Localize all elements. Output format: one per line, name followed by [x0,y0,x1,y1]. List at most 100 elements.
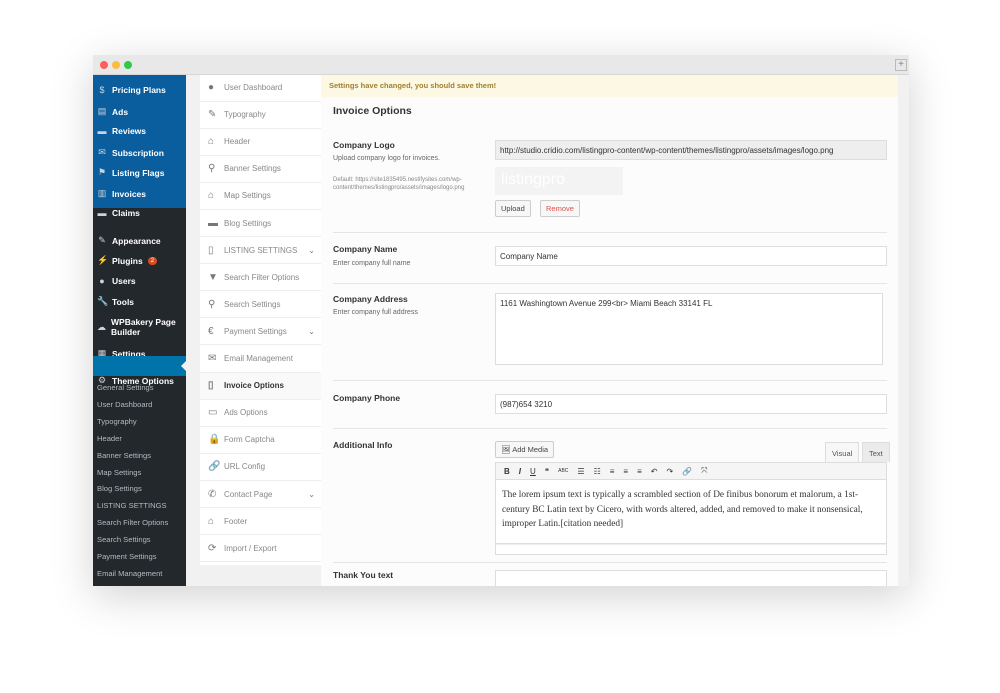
editor-toolbar-button[interactable]: ↶ [651,467,658,476]
update-count-badge: 2 [147,256,158,265]
theme-menu-item[interactable]: ▼ Search Filter Options [200,264,321,292]
plugin-icon: ⚡ [97,255,109,265]
theme-submenu-item[interactable]: Search Settings [97,535,151,544]
close-window-button[interactable] [100,61,108,69]
home-icon: ⌂ [208,190,215,202]
editor-toolbar-button[interactable]: I [519,467,521,476]
remove-button[interactable]: Remove [540,200,580,217]
editor-toolbar-button[interactable]: ⤧ [701,466,707,476]
theme-menu-item[interactable]: ● User Dashboard [200,75,321,102]
theme-menu-item[interactable]: ⟳ Import / Export [200,535,321,563]
editor-resize-handle[interactable] [495,544,887,555]
editor-toolbar-button[interactable]: U [530,467,536,476]
tab-text[interactable]: Text [862,442,890,462]
theme-submenu-item[interactable]: Blog Settings [97,484,142,493]
theme-menu-item[interactable]: ⌂ Footer [200,508,321,536]
chevron-down-icon: ⌄ [308,489,315,499]
user-icon: ● [208,82,215,93]
theme-options-menu: ● User Dashboard ✎ Typography ⌂ Header ⚲ Banner… [200,75,321,565]
theme-menu-item[interactable]: ✆ Contact Page ⌄ [200,481,321,508]
minimize-window-button[interactable] [112,61,120,69]
monitor-icon: ▭ [208,407,218,419]
maximize-window-button[interactable] [124,61,132,69]
admin-menu-item[interactable]: ▬ Reviews [97,126,185,136]
add-media-button[interactable]: 🖼 Add Media [495,441,555,458]
admin-menu-item[interactable]: ☁ WPBakery Page Builder [97,317,185,337]
filter-icon: ▼ [208,271,218,283]
theme-submenu-item[interactable]: Search Filter Options [97,518,168,527]
theme-submenu-item[interactable]: Payment Settings [97,552,157,561]
document-icon: ▤ [97,106,107,116]
admin-menu-item[interactable]: $ Pricing Plans [97,85,185,95]
map-pin-icon: ⚲ [208,163,216,175]
upload-button[interactable]: Upload [495,200,531,217]
theme-menu-item[interactable]: ▬ Blog Settings [200,210,321,237]
theme-menu-item[interactable]: € Payment Settings ⌄ [200,318,321,346]
thank-you-text-input[interactable] [495,570,887,586]
company-phone-input[interactable]: (987)654 3210 [495,394,887,414]
admin-menu-item[interactable]: ● Users [97,276,185,286]
theme-menu-item[interactable]: ✉ Email Management [200,346,321,373]
company-name-desc: Enter company full name [333,260,411,267]
admin-menu-item[interactable]: ✎ Appearance [97,235,185,246]
admin-menu-item[interactable]: ⚡ Plugins 2 [97,255,185,266]
theme-menu-item[interactable]: ✎ Typography [200,102,321,129]
theme-menu-item[interactable]: 🔗 URL Config [200,454,321,481]
theme-menu-item[interactable]: 🔒 Form Captcha [200,427,321,454]
theme-submenu-item[interactable]: Banner Settings [97,451,151,460]
company-logo-url-input[interactable]: http://studio.cridio.com/listingpro-cont… [495,140,887,160]
theme-submenu-item[interactable]: Email Management [97,569,162,578]
new-tab-button[interactable]: + [895,59,907,71]
editor-toolbar-button[interactable]: ☰ [577,467,584,476]
company-phone-label: Company Phone [333,393,401,403]
theme-menu-item[interactable]: ⌂ Header [200,129,321,156]
theme-menu-item[interactable]: ⌂ Map Settings [200,183,321,210]
editor-toolbar-button[interactable]: ≡ [623,467,628,476]
admin-menu-item[interactable]: ▥ Invoices [97,188,185,199]
invoice-icon: ▥ [97,188,107,198]
settings-changed-notice: Settings have changed, you should save t… [321,75,898,97]
flag-icon: ⚑ [97,167,107,177]
theme-submenu-item[interactable]: Typography [97,417,137,426]
additional-info-editor[interactable]: The lorem ipsum text is typically a scra… [495,480,887,544]
admin-menu-item[interactable]: 🔧 Tools [97,296,185,307]
admin-menu-item[interactable]: ▬ Claims [97,208,185,218]
link-icon: 🔗 [208,461,221,473]
editor-toolbar-button[interactable]: ≡ [610,467,615,476]
admin-menu-item[interactable]: ▤ Ads [97,106,185,117]
company-address-textarea[interactable]: 1161 Washingtown Avenue 299<br> Miami Be… [495,293,883,365]
comment-icon: ▬ [97,126,107,136]
editor-toolbar-button[interactable]: ABC [558,468,568,474]
theme-menu-item[interactable]: ▭ Ads Options [200,400,321,427]
chevron-down-icon: ⌄ [308,326,315,336]
admin-menu-item[interactable]: ⚑ Listing Flags [97,167,185,178]
home-icon: ⌂ [208,515,215,527]
editor-toolbar-button[interactable]: B [504,467,510,476]
dollar-icon: $ [99,85,105,95]
theme-submenu-item[interactable]: Header [97,434,122,443]
theme-menu-item[interactable]: ▯ Invoice Options [200,372,321,400]
theme-submenu-item[interactable]: User Dashboard [97,400,152,409]
company-address-desc: Enter company full address [333,309,418,316]
editor-toolbar-button[interactable]: ☷ [594,467,601,476]
theme-menu-item[interactable]: ▯ LISTING SETTINGS ⌄ [200,237,321,265]
editor-toolbar-button[interactable]: ❝ [545,467,549,476]
home-icon: ⌂ [208,136,215,148]
theme-submenu-item[interactable]: LISTING SETTINGS [97,501,167,510]
editor-toolbar-button[interactable]: ≡ [637,467,642,476]
theme-menu-item[interactable]: ⚲ Banner Settings [200,156,321,183]
refresh-icon: ⟳ [208,542,217,554]
cloud-icon: ☁ [97,321,106,332]
admin-menu-item[interactable]: ✉ Subscription [97,147,185,158]
editor-toolbar-button[interactable]: ↷ [666,467,673,476]
theme-menu-item[interactable]: ⚲ Search Settings [200,291,321,319]
theme-submenu-item[interactable]: Map Settings [97,468,141,477]
tab-visual[interactable]: Visual [825,442,860,462]
wrench-icon: 🔧 [97,296,109,306]
clipboard-icon: ▯ [208,244,214,256]
euro-icon: € [208,325,214,337]
media-icon: 🖼 [501,445,513,454]
editor-toolbar-button[interactable]: 🔗 [682,467,692,476]
theme-submenu-item[interactable]: General Settings [97,383,154,392]
company-name-input[interactable]: Company Name [495,246,887,266]
